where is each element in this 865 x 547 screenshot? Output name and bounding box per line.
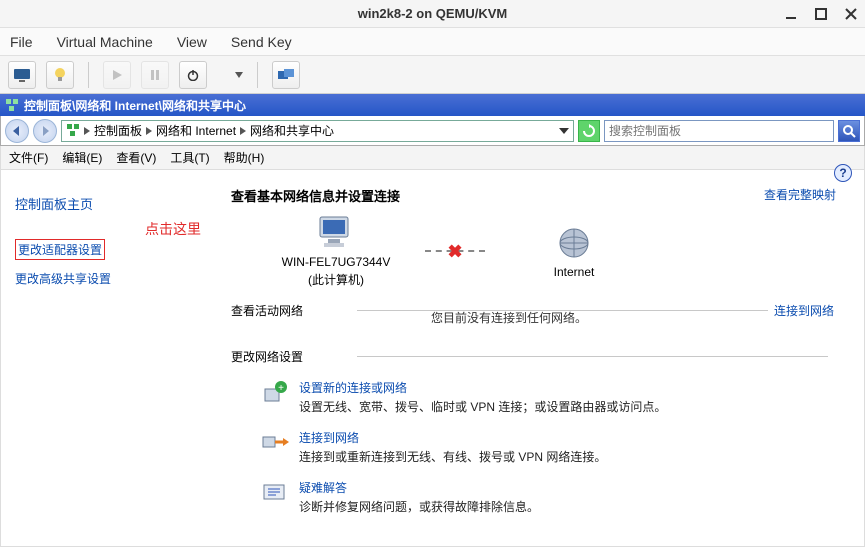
vm-menubar: File Virtual Machine View Send Key bbox=[0, 28, 865, 56]
computer-sub: (此计算机) bbox=[308, 271, 364, 288]
annotation-highlight-box: 更改适配器设置 bbox=[15, 239, 105, 260]
back-button[interactable] bbox=[5, 119, 29, 143]
content-area: 控制面板主页 点击这里 更改适配器设置 更改高级共享设置 ? 查看基本网络信息并… bbox=[0, 170, 865, 547]
connection-line: ✖ bbox=[425, 250, 485, 252]
sidebar: 控制面板主页 点击这里 更改适配器设置 更改高级共享设置 bbox=[1, 170, 221, 546]
network-center-icon bbox=[4, 97, 20, 113]
run-button bbox=[103, 61, 131, 89]
address-bar[interactable]: 控制面板 网络和 Internet 网络和共享中心 bbox=[61, 120, 574, 142]
internet-label: Internet bbox=[554, 265, 595, 279]
menu-file[interactable]: File bbox=[6, 32, 37, 52]
vm-window-title: win2k8-2 on QEMU/KVM bbox=[358, 6, 508, 21]
toolbar-divider bbox=[88, 62, 89, 88]
connect-to-network-link[interactable]: 连接到网络 bbox=[774, 302, 834, 319]
main-panel: ? 查看基本网络信息并设置连接 查看完整映射 WIN-FEL7UG7344V (… bbox=[221, 170, 864, 546]
chevron-right-icon bbox=[240, 127, 246, 135]
screens-icon bbox=[277, 68, 295, 82]
address-row: 控制面板 网络和 Internet 网络和共享中心 bbox=[0, 116, 865, 146]
menu-help[interactable]: 帮助(H) bbox=[224, 149, 265, 166]
pause-icon bbox=[149, 69, 161, 81]
window-menubar: 文件(F) 编辑(E) 查看(V) 工具(T) 帮助(H) bbox=[0, 146, 865, 170]
vm-titlebar: win2k8-2 on QEMU/KVM bbox=[0, 0, 865, 28]
this-computer-node: WIN-FEL7UG7344V (此计算机) bbox=[271, 213, 401, 288]
task-connect-network-link[interactable]: 连接到网络 bbox=[299, 429, 606, 446]
minimize-button[interactable] bbox=[783, 6, 799, 22]
power-icon bbox=[187, 69, 199, 81]
help-icon[interactable]: ? bbox=[834, 164, 852, 182]
computer-icon bbox=[314, 213, 358, 253]
menu-tools[interactable]: 工具(T) bbox=[170, 149, 209, 166]
annotation-text: 点击这里 bbox=[145, 221, 201, 237]
snapshot-button[interactable] bbox=[272, 61, 300, 89]
refresh-button[interactable] bbox=[578, 120, 600, 142]
chevron-right-icon bbox=[146, 127, 152, 135]
active-networks-label: 查看活动网络 bbox=[231, 302, 351, 319]
setup-connection-icon: + bbox=[261, 379, 289, 407]
toolbar-divider bbox=[257, 62, 258, 88]
globe-icon bbox=[554, 223, 594, 263]
task-troubleshoot-desc: 诊断并修复网络问题，或获得故障排除信息。 bbox=[299, 498, 539, 515]
task-troubleshoot: 疑难解答 诊断并修复网络问题，或获得故障排除信息。 bbox=[261, 479, 834, 515]
chevron-right-icon bbox=[84, 127, 90, 135]
window-title: 控制面板\网络和 Internet\网络和共享中心 bbox=[24, 97, 246, 114]
monitor-icon bbox=[13, 68, 31, 82]
breadcrumb-sharing-center[interactable]: 网络和共享中心 bbox=[248, 122, 336, 139]
search-button[interactable] bbox=[838, 120, 860, 142]
task-setup-connection-desc: 设置无线、宽带、拨号、临时或 VPN 连接；或设置路由器或访问点。 bbox=[299, 398, 666, 415]
play-icon bbox=[111, 69, 123, 81]
close-button[interactable] bbox=[843, 6, 859, 22]
full-map-link[interactable]: 查看完整映射 bbox=[764, 186, 836, 203]
menu-send-key[interactable]: Send Key bbox=[227, 32, 296, 52]
menu-view[interactable]: View bbox=[173, 32, 211, 52]
network-center-icon bbox=[66, 123, 82, 139]
menu-view[interactable]: 查看(V) bbox=[116, 149, 156, 166]
change-settings-label: 更改网络设置 bbox=[231, 348, 351, 365]
task-troubleshoot-link[interactable]: 疑难解答 bbox=[299, 479, 539, 496]
menu-edit[interactable]: 编辑(E) bbox=[62, 149, 102, 166]
lightbulb-icon bbox=[52, 67, 68, 83]
forward-button[interactable] bbox=[33, 119, 57, 143]
sidebar-adapter-settings-link[interactable]: 更改适配器设置 bbox=[18, 241, 102, 258]
svg-text:+: + bbox=[278, 383, 284, 394]
window-titlebar: 控制面板\网络和 Internet\网络和共享中心 bbox=[0, 94, 865, 116]
main-heading: 查看基本网络信息并设置连接 bbox=[231, 186, 834, 205]
network-map: WIN-FEL7UG7344V (此计算机) ✖ Internet bbox=[271, 213, 834, 288]
internet-node: Internet bbox=[509, 223, 639, 279]
task-connect-network-desc: 连接到或重新连接到无线、有线、拨号或 VPN 网络连接。 bbox=[299, 448, 606, 465]
vm-toolbar bbox=[0, 56, 865, 94]
console-button[interactable] bbox=[8, 61, 36, 89]
search-input[interactable] bbox=[605, 124, 833, 138]
menu-file[interactable]: 文件(F) bbox=[9, 149, 48, 166]
addr-dropdown[interactable] bbox=[559, 126, 569, 136]
refresh-icon bbox=[582, 124, 596, 138]
search-box[interactable] bbox=[604, 120, 834, 142]
pause-button bbox=[141, 61, 169, 89]
sidebar-advanced-sharing-link[interactable]: 更改高级共享设置 bbox=[15, 270, 207, 287]
task-connect-network: 连接到网络 连接到或重新连接到无线、有线、拨号或 VPN 网络连接。 bbox=[261, 429, 834, 465]
maximize-button[interactable] bbox=[813, 6, 829, 22]
shutdown-button[interactable] bbox=[179, 61, 207, 89]
disconnected-icon: ✖ bbox=[447, 241, 462, 262]
details-button[interactable] bbox=[46, 61, 74, 89]
troubleshoot-icon bbox=[261, 479, 289, 507]
arrow-left-icon bbox=[11, 125, 23, 137]
section-divider bbox=[357, 356, 828, 357]
breadcrumb-control-panel[interactable]: 控制面板 bbox=[92, 122, 144, 139]
computer-name: WIN-FEL7UG7344V bbox=[282, 255, 391, 269]
arrow-right-icon bbox=[39, 125, 51, 137]
change-settings-section: 更改网络设置 bbox=[231, 348, 834, 365]
chevron-down-icon bbox=[235, 68, 243, 82]
breadcrumb-network-internet[interactable]: 网络和 Internet bbox=[154, 122, 238, 139]
sidebar-home-link[interactable]: 控制面板主页 bbox=[15, 194, 93, 213]
task-setup-connection-link[interactable]: 设置新的连接或网络 bbox=[299, 379, 666, 396]
search-icon bbox=[842, 124, 856, 138]
task-setup-connection: + 设置新的连接或网络 设置无线、宽带、拨号、临时或 VPN 连接；或设置路由器… bbox=[261, 379, 834, 415]
connect-network-icon bbox=[261, 429, 289, 457]
menu-virtual-machine[interactable]: Virtual Machine bbox=[53, 32, 157, 52]
